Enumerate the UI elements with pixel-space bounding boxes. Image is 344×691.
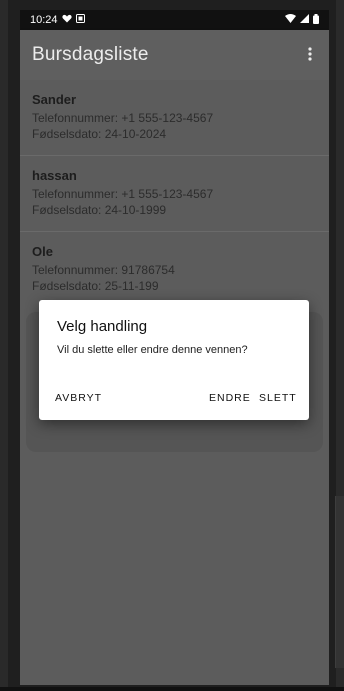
contact-name: hassan — [32, 168, 77, 183]
action-dialog: Velg handling Vil du slette eller endre … — [39, 300, 309, 420]
status-right — [285, 13, 319, 27]
device-frame-bottom — [0, 687, 344, 691]
contact-name: Sander — [32, 92, 77, 107]
contact-name: Ole — [32, 244, 53, 259]
contact-birthdate: Fødselsdato: 25-11-199 — [32, 279, 159, 293]
dialog-title: Velg handling — [57, 318, 148, 335]
app-bar: Bursdagsliste — [20, 30, 329, 80]
battery-icon — [313, 13, 319, 27]
contact-phone: Telefonnummer: +1 555-123-4567 — [32, 187, 214, 201]
list-item[interactable]: hassan Telefonnummer: +1 555-123-4567 Fø… — [20, 156, 329, 232]
contact-list: Sander Telefonnummer: +1 555-123-4567 Fø… — [20, 80, 329, 308]
more-vert-icon[interactable] — [303, 45, 317, 66]
device-frame-left — [0, 0, 8, 691]
signal-icon — [300, 14, 309, 26]
heart-notification-icon — [61, 14, 72, 26]
side-panel-handle[interactable] — [335, 496, 344, 668]
contact-phone: Telefonnummer: 91786754 — [32, 263, 175, 277]
cancel-button[interactable]: AVBRYT — [55, 392, 102, 404]
list-item[interactable]: Sander Telefonnummer: +1 555-123-4567 Fø… — [20, 80, 329, 156]
status-left: 10:24 — [30, 14, 85, 26]
dialog-message: Vil du slette eller endre denne vennen? — [57, 344, 248, 356]
delete-button[interactable]: SLETT — [259, 392, 297, 404]
list-item[interactable]: Ole Telefonnummer: 91786754 Fødselsdato:… — [20, 232, 329, 308]
wifi-icon — [285, 14, 296, 26]
status-time: 10:24 — [30, 14, 58, 26]
media-icon — [75, 14, 85, 26]
contact-phone: Telefonnummer: +1 555-123-4567 — [32, 111, 214, 125]
contact-birthdate: Fødselsdato: 24-10-1999 — [32, 203, 167, 217]
app-title: Bursdagsliste — [32, 44, 149, 65]
contact-birthdate: Fødselsdato: 24-10-2024 — [32, 127, 167, 141]
phone-screen: 10:24 Bursdagsliste Sander Telefonnummer… — [20, 10, 329, 685]
status-bar: 10:24 — [20, 10, 329, 30]
edit-button[interactable]: ENDRE — [209, 392, 251, 404]
